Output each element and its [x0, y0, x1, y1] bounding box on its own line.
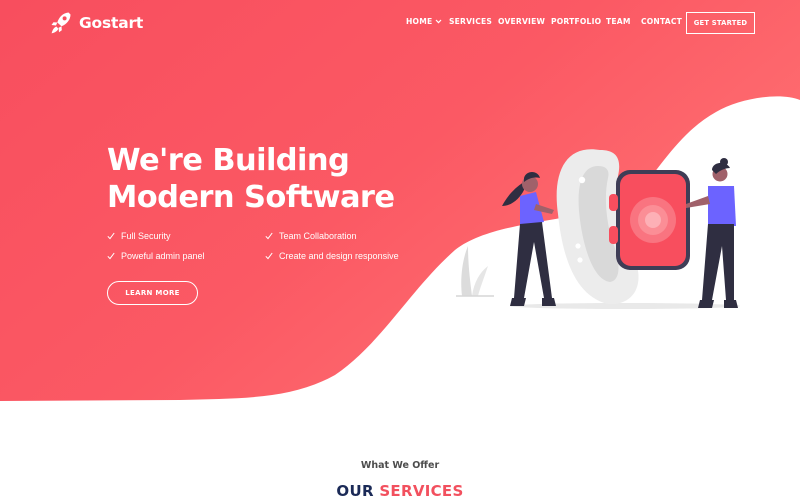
nav-item-label: TEAM	[606, 17, 631, 26]
nav-item-home[interactable]: HOME	[406, 17, 442, 26]
check-icon	[107, 232, 115, 240]
nav-item-label: CONTACT	[641, 17, 683, 26]
nav-item-contact[interactable]: CONTACT	[641, 17, 682, 26]
feature-list: Full Security Team Collaboration Poweful…	[107, 231, 427, 271]
nav-item-label: OVERVIEW	[498, 17, 546, 26]
check-icon	[265, 252, 273, 260]
nav-item-services[interactable]: SERVICES	[449, 17, 492, 26]
chevron-down-icon	[435, 19, 442, 24]
hero-title-line-2: Modern Software	[107, 180, 395, 215]
hero-title-line-1: We're Building	[107, 143, 350, 178]
nav-item-label: PORTFOLIO	[551, 17, 602, 26]
feature-item: Poweful admin panel	[107, 251, 205, 261]
smartwatch-illustration	[456, 149, 740, 309]
feature-label: Poweful admin panel	[121, 251, 205, 261]
services-title-part-2: SERVICES	[379, 482, 464, 500]
services-title-part-1: OUR	[336, 482, 374, 500]
feature-item: Full Security	[107, 231, 171, 241]
nav-item-label: HOME	[406, 17, 433, 26]
hero-title: We're Building Modern Software	[107, 142, 437, 216]
feature-item: Team Collaboration	[265, 231, 357, 241]
nav-menu: HOME SERVICES OVERVIEW PORTFOLIO TEAM CO…	[0, 17, 800, 29]
get-started-button[interactable]: GET STARTED	[686, 12, 755, 34]
feature-label: Team Collaboration	[279, 231, 357, 241]
feature-label: Full Security	[121, 231, 171, 241]
check-icon	[265, 232, 273, 240]
services-title: OUR SERVICES	[0, 482, 800, 500]
nav-item-label: SERVICES	[449, 17, 493, 26]
nav-item-overview[interactable]: OVERVIEW	[498, 17, 545, 26]
nav-item-team[interactable]: TEAM	[606, 17, 631, 26]
learn-more-button[interactable]: LEARN MORE	[107, 281, 198, 305]
feature-item: Create and design responsive	[265, 251, 399, 261]
navbar: Gostart HOME SERVICES OVERVIEW PORTFOLIO…	[0, 0, 800, 46]
feature-label: Create and design responsive	[279, 251, 399, 261]
check-icon	[107, 252, 115, 260]
nav-item-portfolio[interactable]: PORTFOLIO	[551, 17, 601, 26]
services-subtitle: What We Offer	[360, 460, 440, 471]
